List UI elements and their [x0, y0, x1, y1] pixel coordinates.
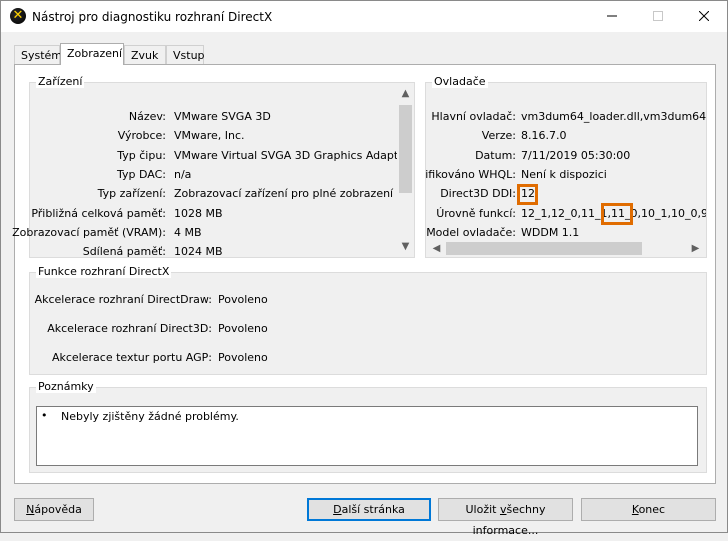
direct3d-accel-value: Povoleno [218, 322, 268, 335]
dxdiag-window: ✕ Nástroj pro diagnostiku rozhraní Direc… [0, 0, 728, 537]
d3d-ddi-label: Direct3D DDI: [440, 187, 516, 200]
bullet-icon: • [41, 409, 48, 422]
tab-sound[interactable]: Zvuk [124, 45, 166, 65]
driver-model-label: Model ovladače: [426, 226, 516, 239]
version-label: Verze: [481, 129, 516, 142]
vram-label: Zobrazovací paměť (VRAM): [12, 226, 166, 239]
device-group: Zařízení Název: VMware SVGA 3D Výrobce: … [12, 75, 415, 258]
next-page-button[interactable]: Další stránka [307, 498, 431, 521]
feature-levels-label: Úrovně funkcí: [436, 207, 516, 220]
scroll-down-icon[interactable]: ▼ [397, 238, 414, 255]
device-group-title: Zařízení [36, 75, 85, 88]
tab-system[interactable]: Systém [14, 45, 62, 65]
notes-text-area[interactable]: • Nebyly zjištěny žádné problémy. [36, 406, 698, 466]
help-button[interactable]: Nápověda [14, 498, 94, 521]
window-title: Nástroj pro diagnostiku rozhraní DirectX [32, 10, 273, 24]
total-memory-label: Přibližná celková paměť: [31, 207, 166, 220]
feature-level-highlight [601, 203, 633, 225]
date-label: Datum: [475, 149, 516, 162]
notes-item: Nebyly zjištěny žádné problémy. [61, 410, 239, 423]
tab-display[interactable]: Zobrazení [60, 43, 124, 65]
title-bar: ✕ Nástroj pro diagnostiku rozhraní Direc… [1, 1, 727, 32]
save-all-information-button[interactable]: Uložit všechny informace... [438, 498, 573, 537]
device-name-label: Název: [128, 110, 166, 123]
main-driver-label: Hlavní ovladač: [431, 110, 516, 123]
maximize-button[interactable] [635, 1, 681, 32]
whql-label: Certifikováno WHQL: [426, 168, 516, 181]
minimize-button[interactable] [589, 1, 635, 32]
shared-memory-label: Sdílená paměť: [82, 245, 166, 258]
scroll-up-icon[interactable]: ▲ [397, 85, 414, 102]
drivers-group: Ovladače Hlavní ovladač: vm3dum64_loader… [425, 75, 707, 258]
d3d-ddi-highlight [517, 184, 538, 205]
whql-value: Není k dispozici [521, 168, 607, 181]
driver-model-value: WDDM 1.1 [521, 226, 580, 239]
directx-features-title: Funkce rozhraní DirectX [36, 265, 172, 278]
scroll-thumb-horizontal[interactable] [446, 242, 642, 255]
manufacturer-value: VMware, Inc. [174, 129, 245, 142]
version-value: 8.16.7.0 [521, 129, 567, 142]
vram-value: 4 MB [174, 226, 202, 239]
directdraw-accel-value: Povoleno [218, 293, 268, 306]
scroll-thumb[interactable] [399, 105, 412, 193]
directdraw-accel-label: Akcelerace rozhraní DirectDraw: [34, 293, 212, 306]
scroll-left-icon[interactable]: ◀ [428, 240, 445, 257]
close-icon [699, 11, 709, 21]
date-value: 7/11/2019 05:30:00 [521, 149, 631, 162]
main-driver-value: vm3dum64_loader.dll,vm3dum64_load [521, 110, 706, 123]
device-type-value: Zobrazovací zařízení pro plné zobrazení [174, 187, 394, 200]
agp-accel-value: Povoleno [218, 351, 268, 364]
display-tab-panel: Zařízení Název: VMware SVGA 3D Výrobce: … [12, 64, 716, 484]
minimize-icon [607, 15, 617, 17]
manufacturer-label: Výrobce: [117, 129, 166, 142]
device-vertical-scrollbar[interactable]: ▲ ▼ [397, 85, 414, 255]
dac-type-label: Typ DAC: [117, 168, 166, 181]
exit-button[interactable]: Konec [581, 498, 716, 521]
close-button[interactable] [681, 1, 727, 32]
direct3d-accel-label: Akcelerace rozhraní Direct3D: [47, 322, 212, 335]
tab-input[interactable]: Vstup [166, 45, 205, 65]
maximize-icon [653, 11, 663, 21]
notes-group-title: Poznámky [36, 380, 96, 393]
chip-type-label: Typ čipu: [117, 149, 166, 162]
shared-memory-value: 1024 MB [174, 245, 223, 258]
directx-app-icon: ✕ [10, 8, 26, 24]
device-name-value: VMware SVGA 3D [174, 110, 271, 123]
dac-type-value: n/a [174, 168, 192, 181]
drivers-info-list: Hlavní ovladač: vm3dum64_loader.dll,vm3d… [426, 83, 706, 239]
chip-type-value: VMware Virtual SVGA 3D Graphics Adapter [174, 149, 410, 162]
agp-accel-label: Akcelerace textur portu AGP: [51, 351, 212, 364]
drivers-horizontal-scrollbar[interactable]: ◀ ▶ [428, 240, 704, 257]
scroll-right-icon[interactable]: ▶ [687, 240, 704, 257]
directx-features-group: Funkce rozhraní DirectX Akcelerace rozhr… [29, 265, 707, 375]
total-memory-value: 1028 MB [174, 207, 223, 220]
device-type-label: Typ zařízení: [97, 187, 166, 200]
